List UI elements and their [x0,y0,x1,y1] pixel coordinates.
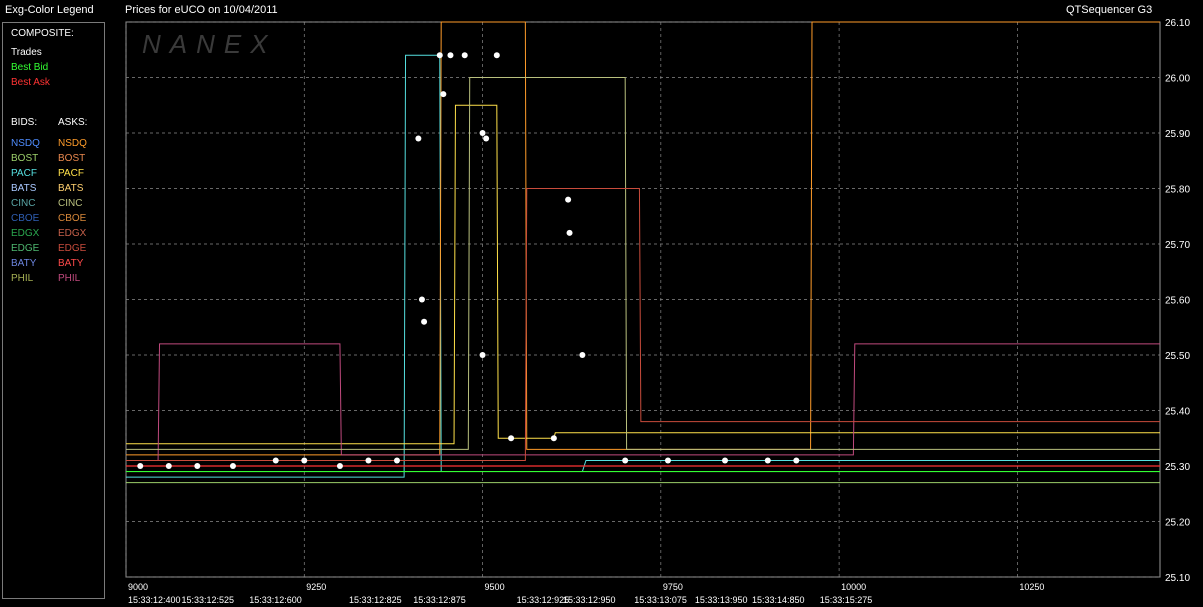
trade-point [461,52,468,59]
price-chart: NANEX 25.10 25.20 25.30 25.40 25.50 25.60 25.70… [125,18,1190,605]
x-seq-tick-label: 10250 [1019,582,1044,592]
y-tick-label: 25.60 [1165,296,1190,307]
trade-point [622,457,629,464]
y-tick-label: 25.40 [1165,407,1190,418]
x-time-tick-label: 15:33:12:600 [249,595,302,605]
trade-point [418,296,425,303]
trade-point [229,463,236,469]
y-tick-label: 25.20 [1165,518,1190,529]
trade-point [336,463,343,469]
x-seq-tick-label: 9250 [306,582,326,592]
x-seq-tick-label: 9500 [485,582,505,592]
x-seq-tick-label: 9750 [663,582,683,592]
x-time-tick-label: 15:33:12:400 [128,595,181,605]
x-seq-tick-label: 10000 [841,582,866,592]
watermark: NANEX [142,29,277,59]
y-tick-label: 25.80 [1165,185,1190,196]
trade-point [483,135,490,142]
x-time-tick-label: 15:33:12:525 [181,595,234,605]
trade-point [365,457,372,464]
trade-point [415,135,422,142]
x-time-tick-label: 15:33:14:850 [752,595,805,605]
y-tick-label: 26.00 [1165,74,1190,85]
trade-point [579,352,586,358]
trade-point [566,229,573,236]
trade-point [393,457,400,464]
trade-point [436,52,443,59]
trade-point [479,130,486,136]
x-time-tick-label: 15:33:12:875 [413,595,466,605]
trade-point [493,52,500,59]
trade-point [440,91,447,98]
trade-point [421,318,428,325]
trade-point [508,435,515,442]
trade-point [272,457,279,464]
x-time-tick-label: 15:33:12:925 [517,595,570,605]
x-seq-tick-label: 9000 [128,582,148,592]
trade-point [664,457,671,464]
x-time-tick-label: 15:33:12:950 [563,595,616,605]
x-time-tick-label: 15:33:15:275 [820,595,873,605]
y-tick-label: 25.90 [1165,129,1190,140]
trade-point [137,463,144,469]
trade-point [165,463,172,469]
trade-point [479,352,486,358]
trade-point [447,52,454,59]
x-time-tick-label: 15:33:13:950 [695,595,748,605]
y-tick-label: 25.50 [1165,351,1190,362]
x-time-tick-label: 15:33:13:075 [634,595,687,605]
trade-point [764,457,771,464]
trade-point [722,457,729,464]
y-tick-label: 26.10 [1165,18,1190,29]
y-tick-label: 25.10 [1165,573,1190,584]
trade-point [301,457,308,464]
trade-point [793,457,800,464]
trade-point [194,463,201,469]
x-time-tick-label: 15:33:12:825 [349,595,402,605]
y-tick-label: 25.70 [1165,240,1190,251]
trade-point [550,435,557,442]
trade-point [565,196,572,203]
y-tick-label: 25.30 [1165,462,1190,473]
